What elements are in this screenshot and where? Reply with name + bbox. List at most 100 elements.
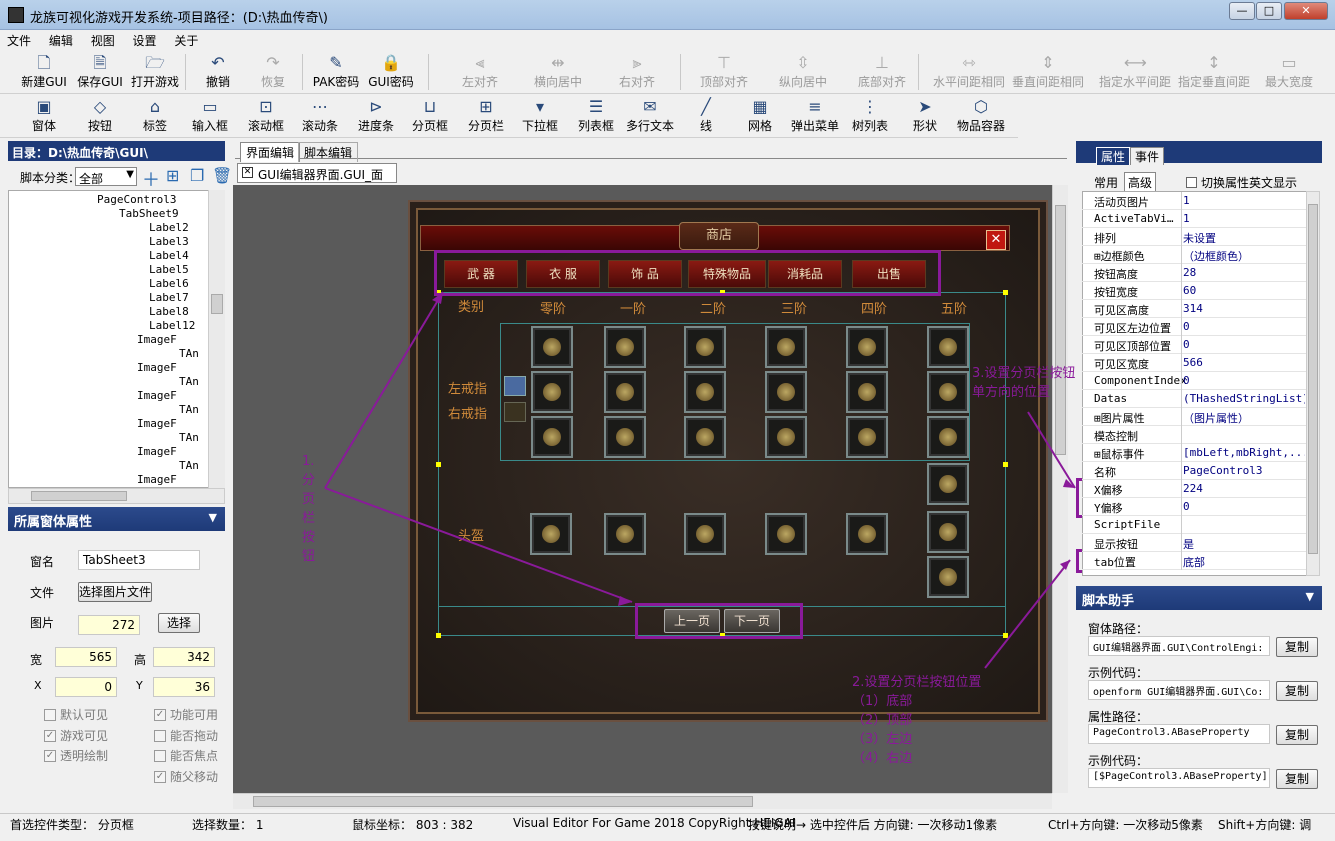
property-name: Y偏移 bbox=[1094, 502, 1123, 515]
annotation-text: 3.设置分页栏按钮 bbox=[972, 366, 1076, 381]
copy-button[interactable]: 复制 bbox=[1276, 681, 1318, 701]
annotation-text: （3）左边 bbox=[852, 732, 913, 747]
property-value[interactable]: 底部 bbox=[1183, 554, 1305, 570]
annotation-text: 单方向的位置 bbox=[972, 385, 1051, 400]
property-row[interactable]: ⊞图片属性 （图片属性） bbox=[1082, 408, 1307, 426]
property-row[interactable]: tab位置 底部 bbox=[1082, 552, 1307, 570]
property-vscrollbar[interactable] bbox=[1306, 191, 1320, 576]
property-name: ⊞边框颜色 bbox=[1094, 250, 1145, 263]
helper-value-field[interactable]: openform GUI编辑器界面.GUI\Co: bbox=[1088, 680, 1270, 700]
property-name: 按钮高度 bbox=[1094, 268, 1138, 281]
annotation-text: 1. bbox=[302, 454, 315, 469]
property-name: 可见区高度 bbox=[1094, 304, 1149, 317]
property-row[interactable]: 可见区顶部位置 0 bbox=[1082, 336, 1307, 354]
property-row[interactable]: Y偏移 0 bbox=[1082, 498, 1307, 516]
helper-value-field[interactable]: [$PageControl3.ABaseProperty]: bbox=[1088, 768, 1270, 788]
property-value[interactable]: （图片属性） bbox=[1183, 410, 1305, 426]
subtab-common[interactable]: 常用 bbox=[1094, 174, 1118, 191]
property-row[interactable]: 可见区宽度 566 bbox=[1082, 354, 1307, 372]
property-value[interactable]: 314 bbox=[1183, 302, 1305, 315]
property-name: 活动页图片 bbox=[1094, 196, 1149, 209]
status-hint-1: 按键说明→ 选中控件后 方向键: 一次移动1像素 bbox=[748, 818, 998, 832]
collapse-icon[interactable]: ▼ bbox=[1306, 590, 1314, 603]
property-row[interactable]: 名称 PageControl3 bbox=[1082, 462, 1307, 480]
property-value[interactable]: 566 bbox=[1183, 356, 1305, 369]
status-hint-3: Shift+方向键: 调 bbox=[1218, 818, 1312, 832]
property-tabs-bar: 属性 事件 bbox=[1076, 141, 1322, 165]
copy-button[interactable]: 复制 bbox=[1276, 769, 1318, 789]
property-row[interactable]: 模态控制 bbox=[1082, 426, 1307, 444]
status-mouse: 鼠标坐标： 803 : 382 bbox=[352, 818, 474, 832]
property-value[interactable]: 0 bbox=[1183, 374, 1305, 387]
annotation-text: （4）右边 bbox=[852, 751, 913, 766]
helper-label: 窗体路径： bbox=[1088, 622, 1149, 636]
annotation-text: 分 bbox=[302, 473, 316, 488]
toggle-english-checkbox[interactable]: 切换属性英文显示 bbox=[1186, 174, 1297, 191]
property-value[interactable]: 60 bbox=[1183, 284, 1305, 297]
property-divider bbox=[1181, 192, 1182, 570]
property-value[interactable]: 是 bbox=[1183, 536, 1305, 552]
property-name: 模态控制 bbox=[1094, 430, 1138, 443]
status-type: 首选控件类型： 分页框 bbox=[10, 818, 134, 832]
property-name: 名称 bbox=[1094, 466, 1116, 479]
property-name: 可见区左边位置 bbox=[1094, 322, 1171, 335]
property-row[interactable]: ComponentIndex 0 bbox=[1082, 372, 1307, 390]
property-row[interactable]: 按钮高度 28 bbox=[1082, 264, 1307, 282]
helper-label: 示例代码： bbox=[1088, 754, 1149, 768]
property-row[interactable]: 活动页图片 1 bbox=[1082, 192, 1307, 210]
annotation-text: （1）底部 bbox=[852, 694, 913, 709]
property-row[interactable]: ScriptFile bbox=[1082, 516, 1307, 534]
property-name: Datas bbox=[1094, 392, 1128, 405]
property-row[interactable]: 可见区左边位置 0 bbox=[1082, 318, 1307, 336]
tab-events[interactable]: 事件 bbox=[1130, 147, 1165, 165]
status-count: 选择数量： 1 bbox=[192, 818, 264, 832]
property-name: ⊞鼠标事件 bbox=[1094, 448, 1145, 461]
annotation-text: （2）顶部 bbox=[852, 713, 913, 728]
property-name: ComponentIndex bbox=[1094, 374, 1187, 387]
property-row[interactable]: 按钮宽度 60 bbox=[1082, 282, 1307, 300]
toggle-english-label: 切换属性英文显示 bbox=[1201, 176, 1298, 190]
copy-button[interactable]: 复制 bbox=[1276, 637, 1318, 657]
property-value[interactable]: 1 bbox=[1183, 194, 1305, 207]
copy-button[interactable]: 复制 bbox=[1276, 725, 1318, 745]
property-value[interactable]: (THashedStringList) bbox=[1183, 392, 1305, 405]
helper-label: 示例代码： bbox=[1088, 666, 1149, 680]
script-helper-title: 脚本助手 bbox=[1082, 594, 1135, 609]
property-value[interactable]: 28 bbox=[1183, 266, 1305, 279]
annotation-text: 页 bbox=[302, 492, 316, 507]
property-name: ActiveTabVi… bbox=[1094, 212, 1174, 225]
property-value[interactable]: （边框颜色） bbox=[1183, 248, 1305, 264]
property-row[interactable]: Datas (THashedStringList) bbox=[1082, 390, 1307, 408]
property-value[interactable]: 未设置 bbox=[1183, 230, 1305, 246]
property-row[interactable]: ⊞鼠标事件 [mbLeft,mbRight,... bbox=[1082, 444, 1307, 462]
property-value[interactable]: [mbLeft,mbRight,... bbox=[1183, 446, 1305, 459]
property-name: ⊞图片属性 bbox=[1094, 412, 1145, 425]
subtab-advanced[interactable]: 高级 bbox=[1124, 172, 1157, 193]
property-name: X偏移 bbox=[1094, 484, 1123, 497]
property-value[interactable]: PageControl3 bbox=[1183, 464, 1305, 477]
property-name: 按钮宽度 bbox=[1094, 286, 1138, 299]
annotation-text: 2.设置分页栏按钮位置 bbox=[852, 675, 982, 690]
property-row[interactable]: 排列 未设置 bbox=[1082, 228, 1307, 246]
property-value[interactable]: 0 bbox=[1183, 338, 1305, 351]
annotation-text: 栏 bbox=[302, 511, 316, 526]
property-value[interactable]: 1 bbox=[1183, 212, 1305, 225]
annotation-text: 钮 bbox=[302, 549, 316, 564]
property-row[interactable]: X偏移 224 bbox=[1082, 480, 1307, 498]
property-row[interactable]: ActiveTabVi… 1 bbox=[1082, 210, 1307, 228]
property-value[interactable]: 0 bbox=[1183, 320, 1305, 333]
property-value[interactable]: 224 bbox=[1183, 482, 1305, 495]
property-name: 排列 bbox=[1094, 232, 1116, 245]
helper-value-field[interactable]: PageControl3.ABaseProperty bbox=[1088, 724, 1270, 744]
property-row[interactable]: 显示按钮 是 bbox=[1082, 534, 1307, 552]
status-hint-2: Ctrl+方向键: 一次移动5像素 bbox=[1048, 818, 1203, 832]
property-name: 可见区宽度 bbox=[1094, 358, 1149, 371]
property-name: 可见区顶部位置 bbox=[1094, 340, 1171, 353]
tab-properties[interactable]: 属性 bbox=[1096, 147, 1131, 165]
property-name: ScriptFile bbox=[1094, 518, 1161, 531]
property-row[interactable]: 可见区高度 314 bbox=[1082, 300, 1307, 318]
helper-label: 属性路径： bbox=[1088, 710, 1149, 724]
property-value[interactable]: 0 bbox=[1183, 500, 1305, 513]
helper-value-field[interactable]: GUI编辑器界面.GUI\ControlEngi: bbox=[1088, 636, 1270, 656]
property-row[interactable]: ⊞边框颜色 （边框颜色） bbox=[1082, 246, 1307, 264]
